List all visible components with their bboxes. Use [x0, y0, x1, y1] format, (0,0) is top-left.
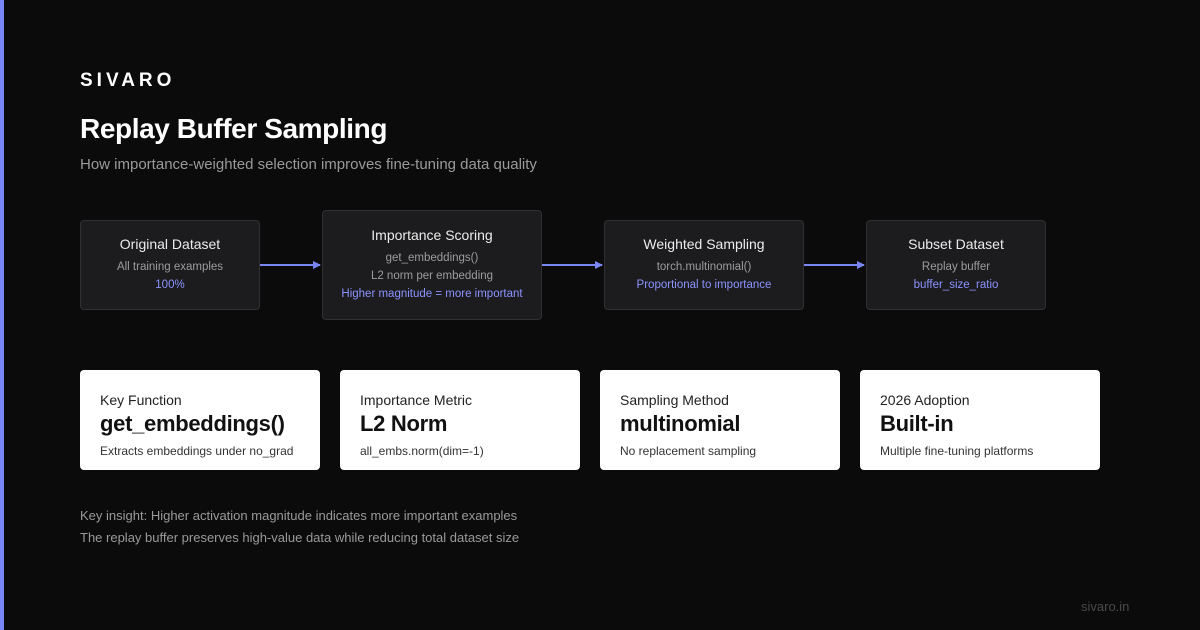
flow-node-line: get_embeddings() [385, 252, 479, 264]
flow-node-highlight: Proportional to importance [636, 279, 772, 291]
flow-node-highlight: Higher magnitude = more important [341, 288, 523, 300]
flow-node-importance-scoring: Importance Scoring get_embeddings() L2 n… [322, 210, 542, 320]
flow-node-line: L2 norm per embedding [370, 270, 494, 282]
stat-card-key-function: Key Function get_embeddings() Extracts e… [80, 370, 320, 470]
stat-card-importance-metric: Importance Metric L2 Norm all_embs.norm(… [340, 370, 580, 470]
flow-node-line: Replay buffer [921, 261, 991, 273]
card-value: Built-in [880, 411, 954, 436]
card-value: L2 Norm [360, 411, 448, 436]
card-value: multinomial [620, 411, 741, 436]
stat-card-sampling-method: Sampling Method multinomial No replaceme… [600, 370, 840, 470]
flow-node-title: Subset Dataset [908, 236, 1004, 252]
flow-node-subset-dataset: Subset Dataset Replay buffer buffer_size… [866, 220, 1046, 310]
card-label: Sampling Method [620, 392, 729, 408]
card-label: 2026 Adoption [880, 392, 970, 408]
flow-node-title: Weighted Sampling [643, 236, 765, 252]
flow-node-title: Importance Scoring [371, 227, 493, 243]
flow-node-highlight: 100% [155, 279, 185, 291]
card-value: get_embeddings() [100, 411, 285, 436]
flow-node-line: torch.multinomial() [656, 261, 752, 273]
flow-node-title: Original Dataset [119, 236, 221, 252]
stat-card-adoption: 2026 Adoption Built-in Multiple fine-tun… [860, 370, 1100, 470]
footer-url: sivaro.in [1081, 599, 1130, 614]
flow-node-highlight: buffer_size_ratio [913, 279, 999, 291]
card-description: Extracts embeddings under no_grad [100, 444, 294, 458]
card-label: Key Function [100, 392, 182, 408]
flow-node-weighted-sampling: Weighted Sampling torch.multinomial() Pr… [604, 220, 804, 310]
page: SIVARO Replay Buffer Sampling How import… [0, 0, 1200, 630]
card-description: all_embs.norm(dim=-1) [360, 444, 484, 458]
flow-node-original-dataset: Original Dataset All training examples 1… [80, 220, 260, 310]
card-label: Importance Metric [360, 392, 473, 408]
insight-line: Key insight: Higher activation magnitude… [80, 508, 518, 523]
card-description: Multiple fine-tuning platforms [880, 444, 1034, 458]
flow-node-line: All training examples [116, 261, 224, 273]
insight-line: The replay buffer preserves high-value d… [80, 530, 520, 545]
card-description: No replacement sampling [620, 444, 757, 458]
